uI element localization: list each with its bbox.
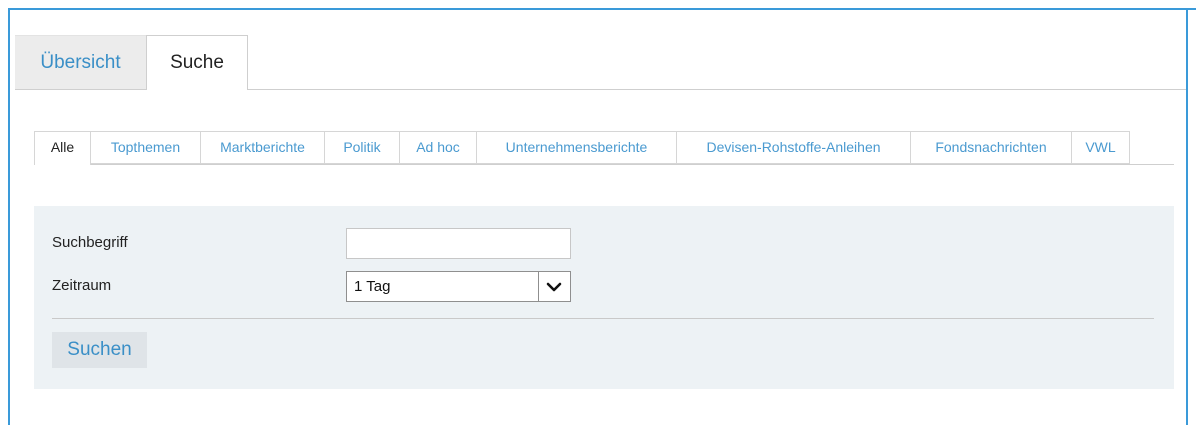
search-button[interactable]: Suchen — [52, 332, 147, 368]
period-select-divider — [538, 272, 539, 301]
frame-border-left — [8, 8, 10, 425]
category-tab-vwl[interactable]: VWL — [1072, 131, 1130, 164]
query-label: Suchbegriff — [52, 234, 128, 251]
search-panel: Suchbegriff Zeitraum 1 Tag Suchen — [34, 206, 1174, 389]
category-tab-topthemen[interactable]: Topthemen — [91, 131, 201, 164]
tab-uebersicht[interactable]: Übersicht — [15, 35, 146, 89]
panel-divider — [52, 318, 1154, 319]
category-tab-politik[interactable]: Politik — [325, 131, 400, 164]
category-tab-fondsnachrichten[interactable]: Fondsnachrichten — [911, 131, 1072, 164]
category-tab-unternehmensberichte[interactable]: Unternehmensberichte — [477, 131, 677, 164]
category-tabs-underline — [34, 164, 1174, 165]
period-select-value: 1 Tag — [354, 278, 391, 295]
main-tabs: Übersicht Suche — [15, 35, 1186, 90]
category-tab-alle[interactable]: Alle — [34, 131, 91, 165]
category-tab-devisen-rohstoffe-anleihen[interactable]: Devisen-Rohstoffe-Anleihen — [677, 131, 911, 164]
period-label: Zeitraum — [52, 277, 112, 294]
frame-border-top — [8, 8, 1196, 10]
tab-suche[interactable]: Suche — [146, 35, 248, 90]
query-input[interactable] — [346, 228, 571, 259]
category-tab-marktberichte[interactable]: Marktberichte — [201, 131, 325, 164]
chevron-down-icon[interactable] — [543, 278, 565, 296]
category-tab-ad-hoc[interactable]: Ad hoc — [400, 131, 477, 164]
frame-border-right — [1186, 8, 1188, 425]
category-tabs: Alle Topthemen Marktberichte Politik Ad … — [34, 131, 1174, 165]
period-select[interactable]: 1 Tag — [346, 271, 571, 302]
